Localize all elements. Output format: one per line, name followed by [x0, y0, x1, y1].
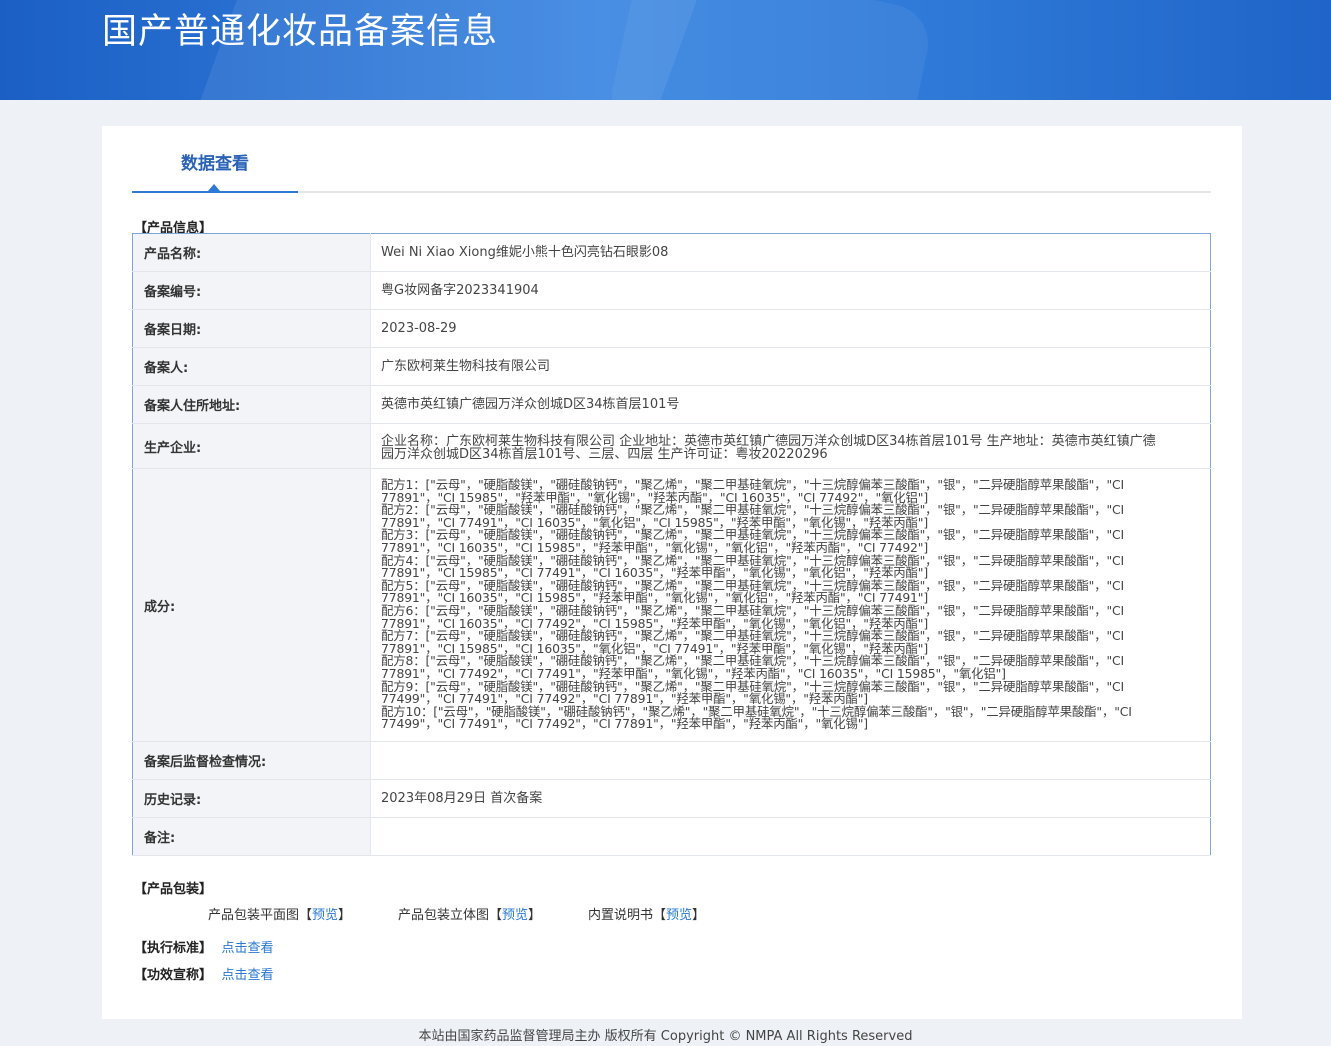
row-key: 成分: — [132, 468, 371, 742]
history-value: 2023年08月29日 首次备案 — [370, 779, 1211, 818]
table-row: 备案日期: 2023-08-29 — [132, 309, 1211, 348]
filer-address-value: 英德市英红镇广德园万洋众创城D区34栋首层101号 — [370, 385, 1211, 424]
formula-line: 配方9：["云母"，"硬脂酸镁"，"硼硅酸钠钙"，"聚乙烯"，"聚二甲基硅氧烷"… — [381, 678, 1125, 707]
section-efficacy: 【功效宣称】 点击查看 — [134, 964, 274, 983]
table-row: 备案人: 广东欧柯莱生物科技有限公司 — [132, 347, 1211, 386]
table-row: 备注: — [132, 817, 1211, 856]
remark-value — [370, 817, 1211, 856]
table-row: 成分: 配方1：["云母"，"硬脂酸镁"，"硼硅酸钠钙"，"聚乙烯"，"聚二甲基… — [132, 468, 1211, 742]
efficacy-view-link[interactable]: 点击查看 — [222, 968, 274, 983]
product-name-value: Wei Ni Xiao Xiong维妮小熊十色闪亮钻石眼影08 — [370, 233, 1211, 272]
standard-view-link[interactable]: 点击查看 — [222, 941, 274, 956]
header-banner: 国产普通化妆品备案信息 — [0, 0, 1331, 100]
row-key: 备案人: — [132, 347, 371, 386]
package-manual-label: 内置说明书 — [588, 908, 654, 923]
formula-line: 配方10：["云母"，"硬脂酸镁"，"硼硅酸钠钙"，"聚乙烯"，"聚二甲基硅氧烷… — [381, 703, 1132, 732]
preview-manual-link[interactable]: 预览 — [666, 908, 692, 923]
content-card: 数据查看 【产品信息】 产品名称: Wei Ni Xiao Xiong维妮小熊十… — [102, 126, 1242, 1019]
bracket: 【 — [653, 908, 667, 923]
bracket: 】 — [528, 908, 542, 923]
bracket: 】 — [338, 908, 352, 923]
table-row: 产品名称: Wei Ni Xiao Xiong维妮小熊十色闪亮钻石眼影08 — [132, 233, 1211, 272]
row-key: 备案后监督检查情况: — [132, 741, 371, 780]
page-title: 国产普通化妆品备案信息 — [102, 12, 499, 52]
tab-label: 数据查看 — [181, 154, 249, 174]
row-key: 备案编号: — [132, 271, 371, 310]
table-row: 历史记录: 2023年08月29日 首次备案 — [132, 779, 1211, 818]
table-row: 备案后监督检查情况: — [132, 741, 1211, 780]
section-packaging: 【产品包装】 — [134, 882, 213, 897]
tab-indicator-arrow — [208, 184, 220, 191]
row-key: 备注: — [132, 817, 371, 856]
table-row: 备案编号: 粤G妆网备字2023341904 — [132, 271, 1211, 310]
bracket: 【 — [299, 908, 313, 923]
formula-line: 配方6：["云母"，"硬脂酸镁"，"硼硅酸钠钙"，"聚乙烯"，"聚二甲基硅氧烷"… — [381, 603, 1125, 631]
section-standard: 【执行标准】 点击查看 — [134, 937, 274, 956]
package-solid-label: 产品包装立体图 — [398, 908, 490, 923]
footer-copyright: 本站由国家药品监督管理局主办 版权所有 Copyright © NMPA All… — [418, 1029, 913, 1044]
tab-data-view[interactable]: 数据查看 — [132, 126, 298, 193]
tab-bar: 数据查看 — [132, 126, 1211, 193]
package-flat-label: 产品包装平面图 — [208, 908, 300, 923]
formula-line: 配方5：["云母"，"硬脂酸镁"，"硼硅酸钠钙"，"聚乙烯"，"聚二甲基硅氧烷"… — [381, 577, 1125, 606]
row-key: 备案日期: — [132, 309, 371, 348]
table-row: 生产企业: 企业名称：广东欧柯莱生物科技有限公司 企业地址：英德市英红镇广德园万… — [132, 423, 1211, 469]
formula-line: 配方8：["云母"，"硬脂酸镁"，"硼硅酸钠钙"，"聚乙烯"，"聚二甲基硅氧烷"… — [381, 653, 1125, 681]
row-key: 备案人住所地址: — [132, 385, 371, 424]
formula-line: 配方2：["云母"，"硬脂酸镁"，"硼硅酸钠钙"，"聚乙烯"，"聚二甲基硅氧烷"… — [381, 502, 1125, 530]
row-key: 产品名称: — [132, 233, 371, 272]
ingredients-value: 配方1：["云母"，"硬脂酸镁"，"硼硅酸钠钙"，"聚乙烯"，"聚二甲基硅氧烷"… — [370, 468, 1211, 742]
formula-line: 配方7：["云母"，"硬脂酸镁"，"硼硅酸钠钙"，"聚乙烯"，"聚二甲基硅氧烷"… — [381, 628, 1125, 656]
section-efficacy-label: 【功效宣称】 — [134, 968, 213, 983]
product-info-table: 产品名称: Wei Ni Xiao Xiong维妮小熊十色闪亮钻石眼影08 备案… — [132, 233, 1211, 856]
registration-date-value: 2023-08-29 — [370, 309, 1211, 348]
bracket: 】 — [692, 908, 706, 923]
filer-value: 广东欧柯莱生物科技有限公司 — [370, 347, 1211, 386]
formula-line: 配方4：["云母"，"硬脂酸镁"，"硼硅酸钠钙"，"聚乙烯"，"聚二甲基硅氧烷"… — [381, 552, 1125, 581]
registration-number-value: 粤G妆网备字2023341904 — [370, 271, 1211, 310]
package-flat-item: 产品包装平面图【预览】 — [208, 904, 351, 923]
banner-decoration — [604, 0, 936, 100]
package-solid-item: 产品包装立体图【预览】 — [398, 904, 541, 923]
section-standard-label: 【执行标准】 — [134, 941, 213, 956]
row-key: 生产企业: — [132, 423, 371, 469]
preview-flat-link[interactable]: 预览 — [312, 908, 338, 923]
table-row: 备案人住所地址: 英德市英红镇广德园万洋众创城D区34栋首层101号 — [132, 385, 1211, 424]
manufacturer-value: 企业名称：广东欧柯莱生物科技有限公司 企业地址：英德市英红镇广德园万洋众创城D区… — [370, 423, 1211, 469]
preview-solid-link[interactable]: 预览 — [502, 908, 528, 923]
inspection-value — [370, 741, 1211, 780]
bracket: 【 — [489, 908, 503, 923]
row-key: 历史记录: — [132, 779, 371, 818]
package-manual-item: 内置说明书【预览】 — [588, 904, 705, 923]
formula-line: 配方3：["云母"，"硬脂酸镁"，"硼硅酸钠钙"，"聚乙烯"，"聚二甲基硅氧烷"… — [381, 527, 1125, 556]
formula-line: 配方1：["云母"，"硬脂酸镁"，"硼硅酸钠钙"，"聚乙烯"，"聚二甲基硅氧烷"… — [381, 477, 1125, 505]
